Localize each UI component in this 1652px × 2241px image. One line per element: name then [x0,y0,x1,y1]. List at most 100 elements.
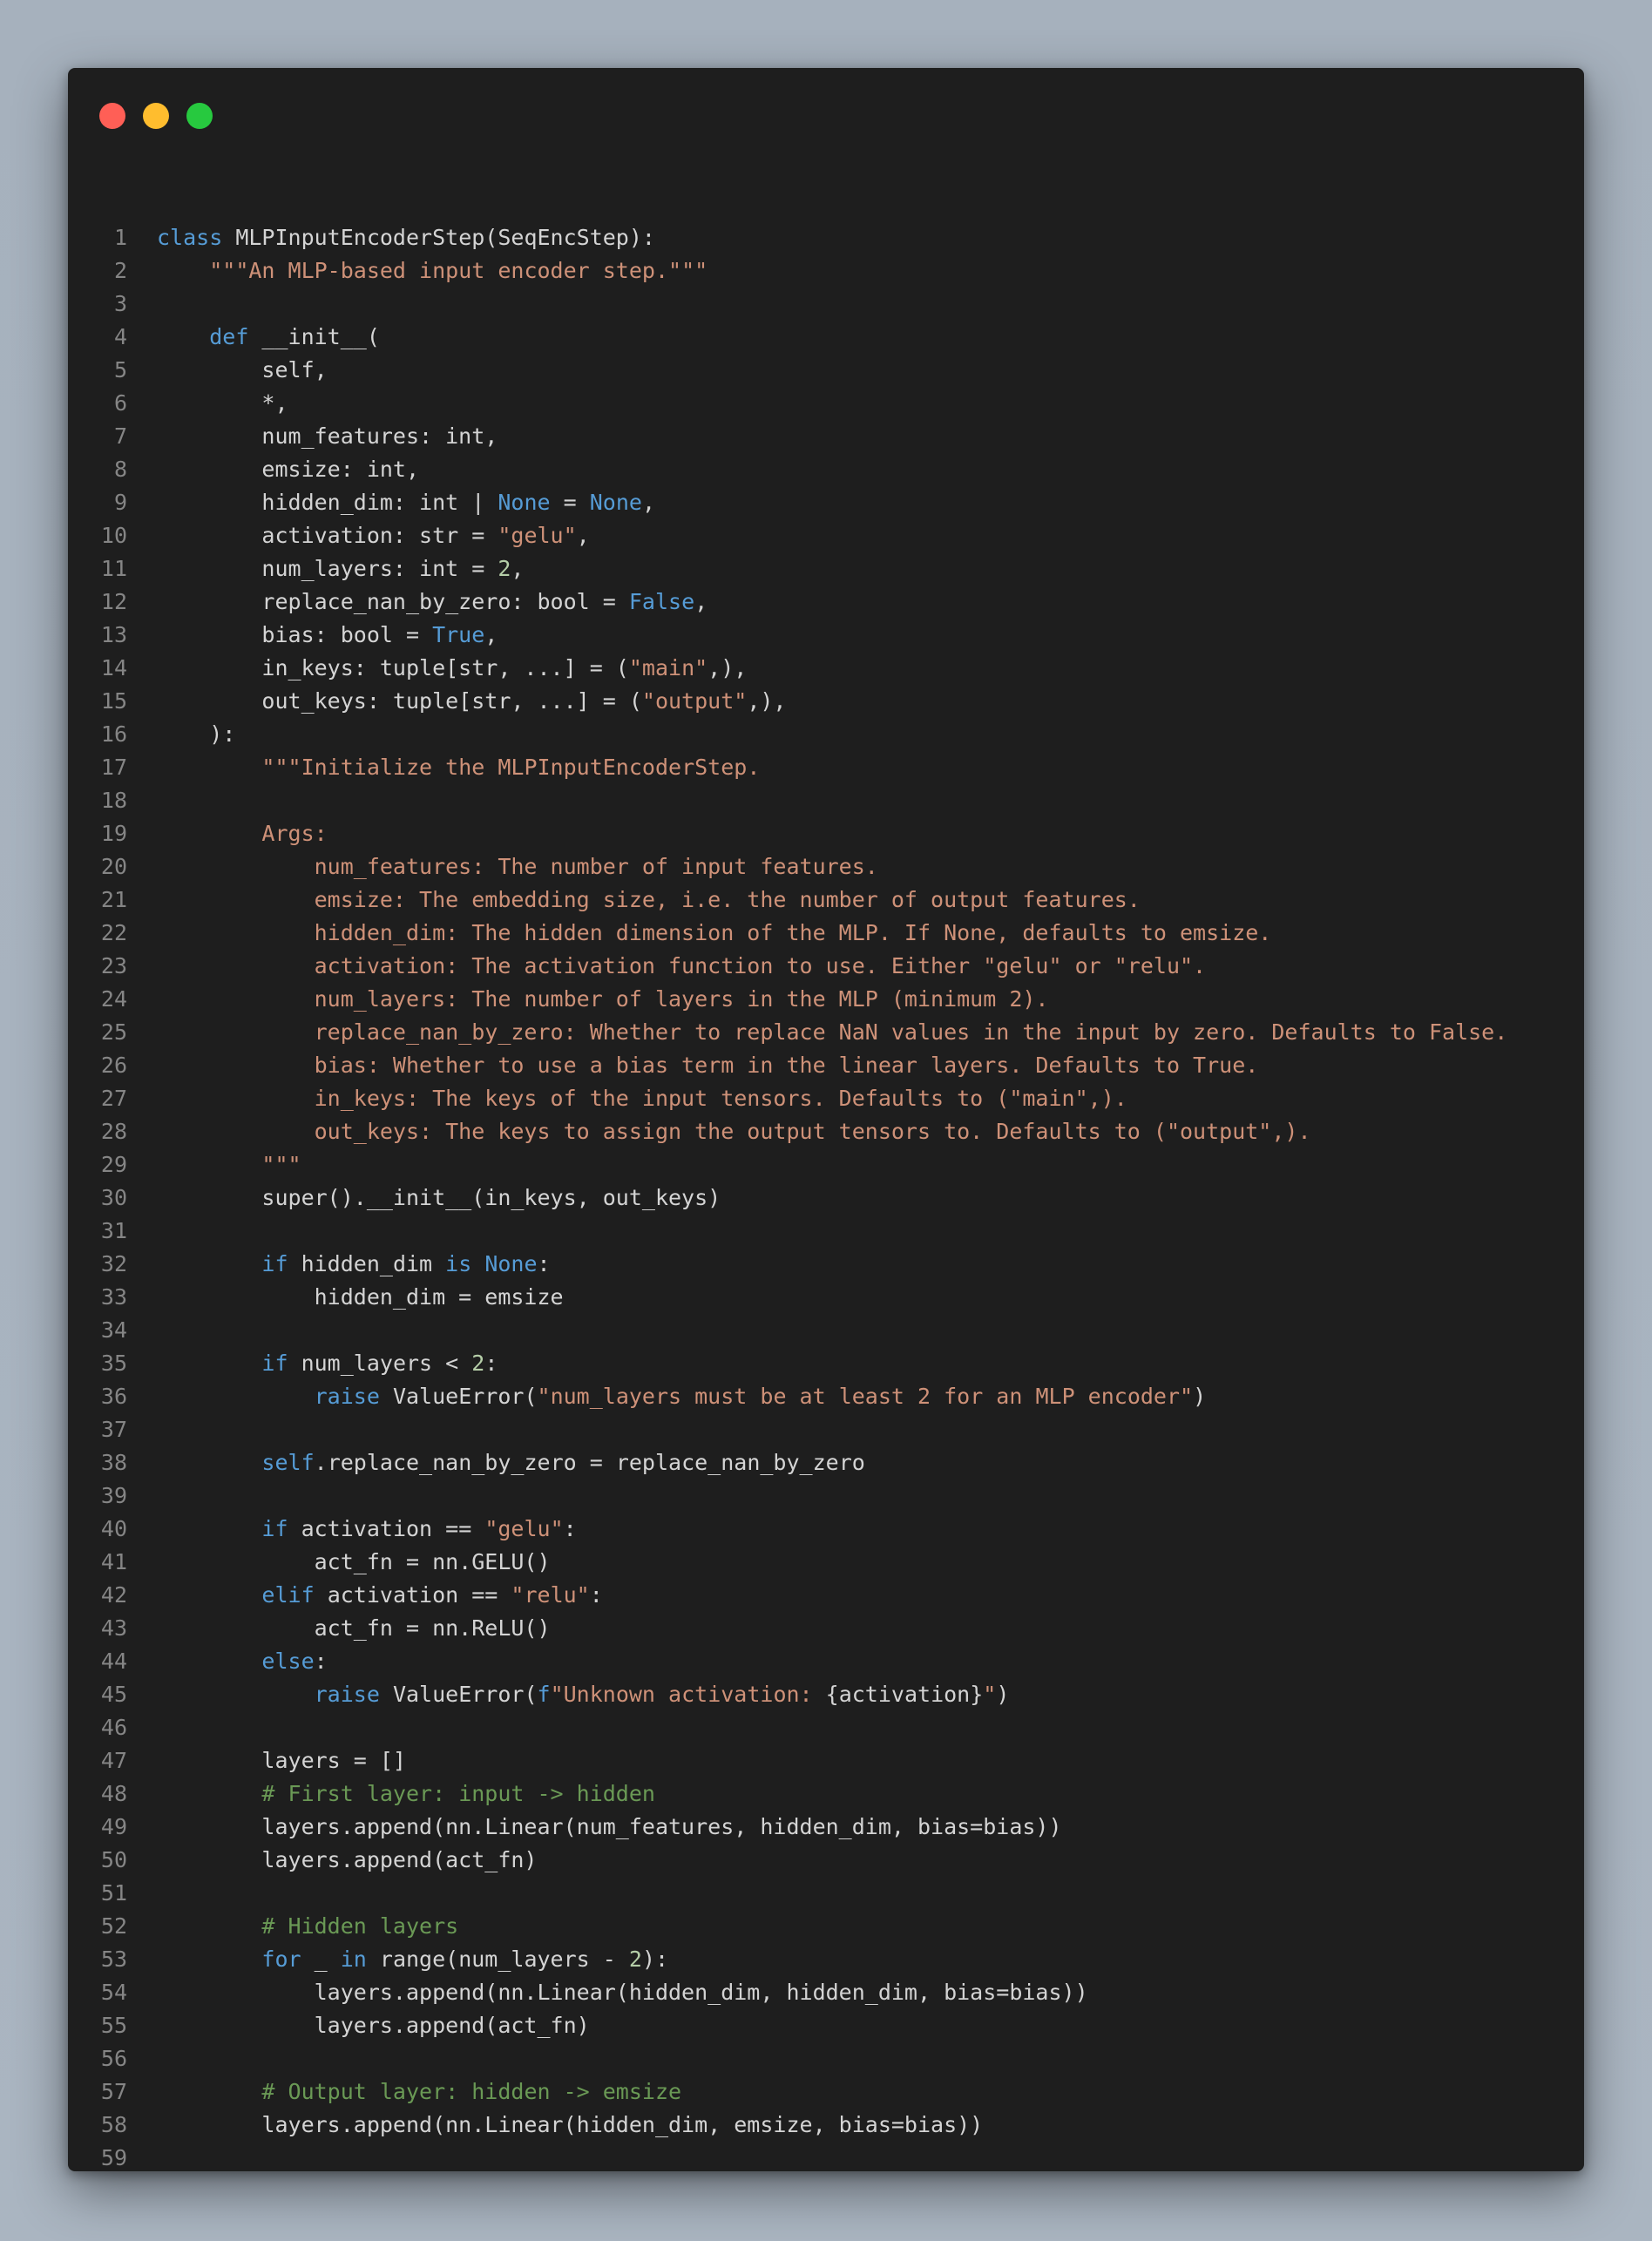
code-token: "gelu" [498,523,577,548]
code-line: 18 [68,784,1584,817]
code-text: layers.append(nn.Linear(hidden_dim, hidd… [127,1976,1584,2009]
code-token: 2 [628,1946,642,1972]
code-line: 11 num_layers: int = 2, [68,552,1584,586]
code-line: 33 hidden_dim = emsize [68,1281,1584,1314]
code-line: 52 # Hidden layers [68,1910,1584,1943]
code-token: " [983,1682,997,1707]
maximize-window-button[interactable] [186,103,213,129]
line-number: 25 [100,1019,127,1045]
close-window-button[interactable] [99,103,125,129]
code-line: 59 [68,2142,1584,2171]
line-number: 54 [100,1980,127,2005]
line-number: 18 [100,788,127,813]
code-token: None [589,490,642,515]
code-token: layers.append(act_fn) [157,1847,538,1872]
code-token: num_layers: The number of layers in the … [157,986,1049,1012]
code-text: hidden_dim: The hidden dimension of the … [127,917,1584,950]
code-text: *, [127,387,1584,420]
code-token: out_keys: The keys to assign the output … [157,1119,1311,1144]
line-number: 10 [100,523,127,548]
code-token: *, [157,390,288,416]
code-text: super().__init__(in_keys, out_keys) [127,1181,1584,1215]
code-token: if [261,1351,288,1376]
line-number: 57 [100,2079,127,2104]
code-text: num_layers: The number of layers in the … [127,983,1584,1016]
code-line: 22 hidden_dim: The hidden dimension of t… [68,917,1584,950]
minimize-window-button[interactable] [143,103,169,129]
code-text: layers.append(act_fn) [127,1844,1584,1877]
code-line: 58 layers.append(nn.Linear(hidden_dim, e… [68,2109,1584,2142]
line-number: 1 [113,225,127,250]
code-token: replace_nan_by_zero: bool = [157,589,629,614]
code-token: 2 [471,1351,485,1376]
code-token: = [550,490,590,515]
code-token: "main" [628,655,708,680]
code-line: 35 if num_layers < 2: [68,1347,1584,1380]
code-token: ,), [747,688,787,714]
code-token: if [261,1516,288,1541]
code-token: : [484,1351,498,1376]
line-number: 9 [113,490,127,515]
code-token: raise [314,1682,380,1707]
line-number: 31 [100,1218,127,1243]
code-text: activation: str = "gelu", [127,519,1584,552]
line-number: 48 [100,1781,127,1806]
code-line: 5 self, [68,354,1584,387]
code-line: 17 """Initialize the MLPInputEncoderStep… [68,751,1584,784]
code-token: layers.append(nn.Linear(hidden_dim, emsi… [157,2112,984,2137]
code-line: 31 [68,1215,1584,1248]
line-number: 6 [113,390,127,416]
code-line: 9 hidden_dim: int | None = None, [68,486,1584,519]
line-number: 8 [113,457,127,482]
code-token: False [628,589,695,614]
code-token: layers.append(nn.Linear(num_features, hi… [157,1814,1062,1839]
code-token: hidden_dim [288,1251,446,1276]
code-line: 36 raise ValueError("num_layers must be … [68,1380,1584,1413]
code-line: 48 # First layer: input -> hidden [68,1777,1584,1811]
code-text: activation: The activation function to u… [127,950,1584,983]
code-token: 2 [498,556,511,581]
code-token: class [157,225,223,250]
code-token: : [563,1516,577,1541]
line-number: 39 [100,1483,127,1508]
line-number: 4 [113,324,127,349]
code-line: 49 layers.append(nn.Linear(num_features,… [68,1811,1584,1844]
code-token: None [484,1251,538,1276]
code-token: ,), [708,655,748,680]
code-token: hidden_dim: int | [157,490,498,515]
code-token: , [511,556,525,581]
code-line: 20 num_features: The number of input fea… [68,850,1584,884]
code-token: _ [301,1946,341,1972]
code-token: """An MLP-based input encoder step.""" [209,258,708,283]
code-token: "Unknown activation: [550,1682,826,1707]
code-token: : [314,1649,328,1674]
code-line: 53 for _ in range(num_layers - 2): [68,1943,1584,1976]
line-number: 11 [100,556,127,581]
code-text: hidden_dim: int | None = None, [127,486,1584,519]
code-line: 45 raise ValueError(f"Unknown activation… [68,1678,1584,1711]
code-token: num_layers < [288,1351,472,1376]
code-token: layers.append(act_fn) [157,2013,590,2038]
code-line: 6 *, [68,387,1584,420]
line-number: 21 [100,887,127,912]
code-text: # First layer: input -> hidden [127,1777,1584,1811]
code-token: emsize: The embedding size, i.e. the num… [157,887,1141,912]
code-token: """ [157,1152,301,1177]
line-number: 23 [100,953,127,978]
code-text: raise ValueError("num_layers must be at … [127,1380,1584,1413]
code-token: self [261,1450,315,1475]
code-token: ): [641,1946,669,1972]
code-text: replace_nan_by_zero: Whether to replace … [127,1016,1584,1049]
code-text: ): [127,718,1584,751]
line-number: 34 [100,1317,127,1343]
line-number: 24 [100,986,127,1012]
code-token: elif [261,1582,315,1608]
code-text: def __init__( [127,321,1584,354]
